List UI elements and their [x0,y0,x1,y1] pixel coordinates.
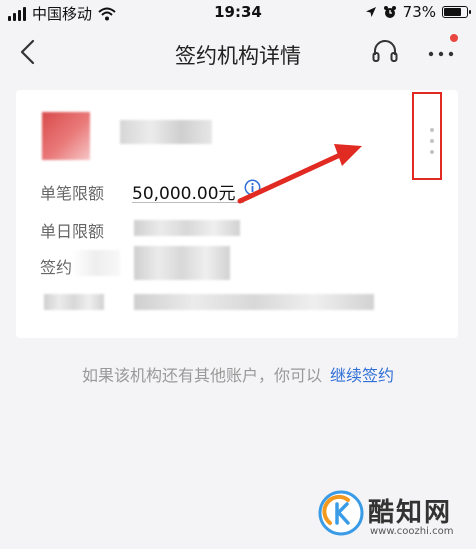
institution-name-redacted [120,120,212,144]
watermark-brand: 酷知网 [368,498,453,528]
watermark: 酷知网 www.coozhi.com [318,486,468,546]
battery-percent: 73% [402,3,436,21]
location-icon [365,7,376,17]
hint-message: 如果该机构还有其他账户，你可以 [81,366,322,385]
page-title: 签约机构详情 [175,44,301,68]
row4-value-redacted [134,294,374,310]
nav-bar: 签约机构详情 [0,28,476,78]
single-limit-label: 单笔限额 [40,184,105,203]
single-limit-value: 50,000.00元 [132,184,236,204]
battery-icon [442,6,471,18]
notification-dot [450,34,458,42]
annotation-highlight-box [412,92,442,180]
sign-row-label: 签约 [40,258,73,277]
headset-icon[interactable] [371,38,399,66]
continue-sign-link[interactable]: 继续签约 [330,366,394,385]
alarm-icon [383,6,396,18]
sign-label-redacted [72,250,120,276]
watermark-logo-icon [318,490,364,536]
row4-label-redacted [44,294,104,310]
value-underline [132,202,244,203]
institution-logo [42,112,90,160]
watermark-url: www.coozhi.com [370,526,454,537]
status-bar: 中国移动 19:34 73% [0,0,476,24]
daily-limit-label: 单日限额 [40,222,105,241]
info-icon[interactable] [244,179,261,196]
hint-text: 如果该机构还有其他账户，你可以 继续签约 [0,362,476,386]
sign-value-redacted [134,246,230,280]
daily-limit-value-redacted [134,220,240,236]
more-menu-icon[interactable] [424,38,458,66]
institution-card: 单笔限额 50,000.00元 单日限额 签约 [16,90,458,338]
